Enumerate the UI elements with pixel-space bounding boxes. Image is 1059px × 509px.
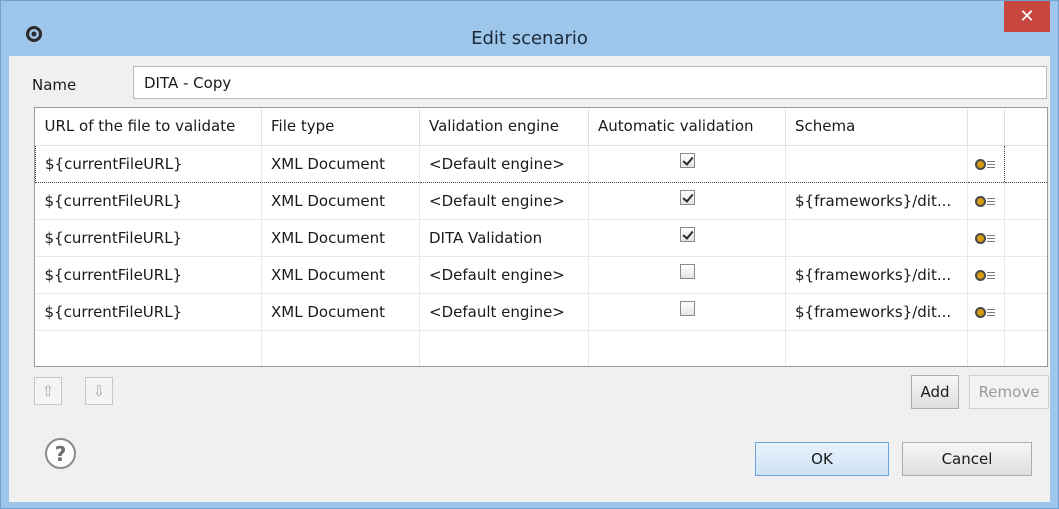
automatic-validation-cell <box>588 219 786 257</box>
validation-engine-cell[interactable]: <Default engine> <box>419 144 589 183</box>
table-row[interactable]: ${currentFileURL} XML Document <Default … <box>35 144 1047 183</box>
url-cell[interactable]: ${currentFileURL} <box>35 144 262 183</box>
settings-gear-icon[interactable] <box>975 268 997 282</box>
arrow-up-icon: ⇧ <box>41 382 55 400</box>
table-header-row: URL of the file to validate File type Va… <box>35 108 1047 146</box>
settings-gear-icon[interactable] <box>975 194 997 208</box>
column-header-schema[interactable]: Schema <box>785 108 968 146</box>
move-down-button[interactable]: ⇩ <box>85 377 113 405</box>
file-type-cell[interactable]: XML Document <box>261 182 420 220</box>
column-header-actions <box>967 108 1005 146</box>
table-row[interactable]: ${currentFileURL} XML Document <Default … <box>35 293 1047 331</box>
file-type-cell[interactable]: XML Document <box>261 219 420 257</box>
row-settings-cell <box>967 293 1005 331</box>
automatic-validation-cell <box>588 293 786 331</box>
automatic-validation-cell <box>588 182 786 220</box>
filler-cell <box>1004 219 1047 257</box>
title-bar[interactable]: Edit scenario ✕ <box>1 1 1058 56</box>
close-icon: ✕ <box>1019 6 1035 27</box>
url-cell[interactable]: ${currentFileURL} <box>35 219 262 257</box>
column-header-file-type[interactable]: File type <box>261 108 420 146</box>
validation-engine-cell[interactable]: <Default engine> <box>419 182 589 220</box>
file-type-cell[interactable]: XML Document <box>261 256 420 294</box>
close-button[interactable]: ✕ <box>1004 1 1050 32</box>
table-row-empty <box>35 330 1047 366</box>
automatic-validation-checkbox[interactable] <box>679 300 695 316</box>
schema-cell[interactable]: ${frameworks}/dit... <box>785 182 968 220</box>
settings-gear-icon[interactable] <box>975 157 997 171</box>
schema-cell[interactable] <box>785 219 968 257</box>
table-row[interactable]: ${currentFileURL} XML Document DITA Vali… <box>35 219 1047 257</box>
settings-gear-icon[interactable] <box>975 231 997 245</box>
dialog-body: Name URL of the file to validate File ty… <box>9 56 1050 502</box>
row-settings-cell <box>967 144 1005 183</box>
automatic-validation-checkbox[interactable] <box>679 226 695 242</box>
name-input[interactable] <box>133 66 1047 99</box>
help-glyph: ? <box>54 441 67 466</box>
file-type-cell[interactable]: XML Document <box>261 293 420 331</box>
cancel-button[interactable]: Cancel <box>902 442 1032 476</box>
filler-cell <box>1004 256 1047 294</box>
help-icon[interactable]: ? <box>45 438 76 469</box>
column-header-automatic-validation[interactable]: Automatic validation <box>588 108 786 146</box>
validation-engine-cell[interactable]: <Default engine> <box>419 293 589 331</box>
column-header-url[interactable]: URL of the file to validate <box>35 108 262 146</box>
filler-cell <box>1004 293 1047 331</box>
arrow-down-icon: ⇩ <box>92 382 106 400</box>
validation-engine-cell[interactable]: DITA Validation <box>419 219 589 257</box>
edit-scenario-dialog: Edit scenario ✕ Name URL of the file to … <box>0 0 1059 509</box>
validation-engine-cell[interactable]: <Default engine> <box>419 256 589 294</box>
move-up-button[interactable]: ⇧ <box>34 377 62 405</box>
filler-cell <box>1004 182 1047 220</box>
schema-cell[interactable]: ${frameworks}/dit... <box>785 293 968 331</box>
add-button[interactable]: Add <box>911 375 959 409</box>
dialog-title: Edit scenario <box>471 28 588 49</box>
schema-cell[interactable] <box>785 144 968 183</box>
filler-cell <box>1004 144 1047 183</box>
automatic-validation-checkbox[interactable] <box>679 263 695 279</box>
settings-gear-icon[interactable] <box>975 305 997 319</box>
url-cell[interactable]: ${currentFileURL} <box>35 293 262 331</box>
file-type-cell[interactable]: XML Document <box>261 144 420 183</box>
remove-button[interactable]: Remove <box>969 375 1049 409</box>
row-settings-cell <box>967 182 1005 220</box>
schema-cell[interactable]: ${frameworks}/dit... <box>785 256 968 294</box>
url-cell[interactable]: ${currentFileURL} <box>35 182 262 220</box>
automatic-validation-cell <box>588 256 786 294</box>
name-label: Name <box>32 76 77 94</box>
column-header-filler <box>1004 108 1047 146</box>
url-cell[interactable]: ${currentFileURL} <box>35 256 262 294</box>
automatic-validation-cell <box>588 144 786 183</box>
table-row[interactable]: ${currentFileURL} XML Document <Default … <box>35 256 1047 294</box>
row-settings-cell <box>967 256 1005 294</box>
automatic-validation-checkbox[interactable] <box>679 189 695 205</box>
row-settings-cell <box>967 219 1005 257</box>
ok-button[interactable]: OK <box>755 442 889 476</box>
validation-units-table[interactable]: URL of the file to validate File type Va… <box>34 107 1048 367</box>
column-header-validation-engine[interactable]: Validation engine <box>419 108 589 146</box>
automatic-validation-checkbox[interactable] <box>679 152 695 168</box>
table-row[interactable]: ${currentFileURL} XML Document <Default … <box>35 182 1047 220</box>
